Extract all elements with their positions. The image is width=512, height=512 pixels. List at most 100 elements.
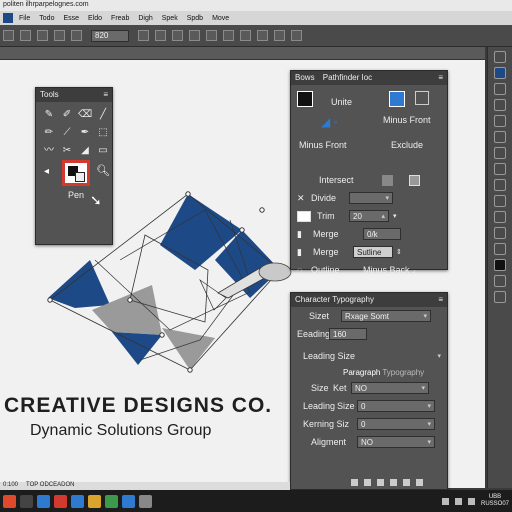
gradient-icon[interactable]	[494, 115, 506, 127]
swatches-icon[interactable]	[494, 67, 506, 79]
footer-icon[interactable]	[416, 479, 423, 486]
merge-icon[interactable]: ▮	[297, 247, 307, 258]
option-path-icon[interactable]	[206, 30, 217, 41]
outline-row[interactable]: ◌ Outline Minus Back ⌟	[291, 261, 447, 279]
taskbar-app-icon[interactable]	[37, 494, 50, 508]
minus-front-button[interactable]: Minus Front	[299, 140, 347, 150]
menu-esse[interactable]: Esse	[63, 15, 79, 22]
menu-spek[interactable]: Spek	[162, 15, 178, 22]
minus-back-button[interactable]: Minus Back	[363, 265, 410, 275]
leading-size-row[interactable]: Leading Size ▾	[291, 347, 447, 365]
divide-select[interactable]: ▾	[349, 192, 393, 204]
leading-size-select[interactable]: 0 ▾	[357, 400, 435, 412]
brush-icon[interactable]	[494, 99, 506, 111]
intersect-row[interactable]: Intersect	[291, 171, 447, 189]
kerning-row[interactable]: Kerning Siz 0 ▾	[291, 415, 447, 433]
tray-icon[interactable]	[454, 497, 462, 505]
footer-icon[interactable]	[390, 479, 397, 486]
divide-icon[interactable]: ✕	[297, 193, 307, 204]
outline-icon[interactable]: ◌	[297, 265, 307, 275]
menu-file[interactable]: File	[19, 15, 30, 22]
paint-tool-icon[interactable]: ◢	[78, 144, 92, 158]
option-arrange-icon[interactable]	[3, 30, 14, 41]
pencil-tool-icon[interactable]: ✏	[42, 126, 56, 140]
intersect-swatch-icon[interactable]	[408, 174, 420, 186]
size-ket-row[interactable]: Size Ket NO ▾	[291, 379, 447, 397]
option-move-icon[interactable]	[37, 30, 48, 41]
taskbar-app-icon[interactable]	[122, 494, 135, 508]
zoom-tool-icon[interactable]: 🔍︎	[96, 164, 110, 177]
line-tool-icon[interactable]: ╱	[96, 108, 110, 122]
graphic-styles-icon[interactable]	[494, 163, 506, 175]
leading-size-row-2[interactable]: Leading Size 0 ▾	[291, 397, 447, 415]
stepper-icon[interactable]: ⇕	[396, 248, 402, 256]
anchor-point[interactable]	[187, 367, 193, 373]
minus-front-right-button[interactable]: Minus Front	[383, 115, 431, 125]
artboards-icon[interactable]	[494, 275, 506, 287]
symbols-icon[interactable]	[494, 147, 506, 159]
links-icon[interactable]	[494, 291, 506, 303]
app-logo-icon[interactable]	[3, 13, 13, 23]
trim-value-field[interactable]: 20 ▴	[349, 210, 389, 222]
merge-value-field-1[interactable]: 0/k	[363, 228, 401, 240]
footer-icon[interactable]	[351, 479, 358, 486]
tray-icon[interactable]	[441, 497, 449, 505]
option-layers-icon[interactable]	[274, 30, 285, 41]
font-row[interactable]: Sizet Rxage Somt ▾	[291, 307, 447, 325]
minus-front-icon[interactable]	[389, 91, 405, 107]
anchor-point[interactable]	[127, 297, 133, 303]
menu-eldo[interactable]: Eldo	[88, 15, 102, 22]
option-grid-icon[interactable]	[20, 30, 31, 41]
eyedropper-icon[interactable]	[494, 131, 506, 143]
tab-paragraph[interactable]: Paragraph	[343, 368, 380, 377]
taskbar-app-icon[interactable]	[88, 494, 101, 508]
tab-typography[interactable]: Typography	[382, 368, 424, 377]
anchor-point[interactable]	[259, 207, 265, 213]
taskbar-app-icon[interactable]	[71, 494, 84, 508]
gray-shape-bottom[interactable]	[162, 328, 215, 370]
trim-dropdown-icon[interactable]: ▾	[393, 212, 397, 220]
leading-size-dropdown-icon[interactable]: ▾	[437, 352, 441, 360]
tray-icon[interactable]	[467, 497, 475, 505]
navy-shape-bottom[interactable]	[112, 332, 162, 365]
menu-digh[interactable]: Digh	[138, 15, 152, 22]
option-distribute-icon[interactable]	[189, 30, 200, 41]
fill-swap-icon[interactable]: ◂	[44, 166, 56, 178]
merge-row-1[interactable]: ▮ Merge 0/k	[291, 225, 447, 243]
unite-button[interactable]: Unite	[331, 97, 352, 107]
character-panel-header[interactable]: Character Typography ≡	[291, 293, 447, 307]
footer-icon[interactable]	[377, 479, 384, 486]
menu-freab[interactable]: Freab	[111, 15, 129, 22]
kerning-select[interactable]: 0 ▾	[357, 418, 435, 430]
layer-stack-icon[interactable]	[415, 91, 429, 105]
footer-icon[interactable]	[403, 479, 410, 486]
zoom-icon[interactable]	[494, 51, 506, 63]
merge-row-2[interactable]: ▮ Merge Sutline ⇕	[291, 243, 447, 261]
option-fill-icon[interactable]	[240, 30, 251, 41]
transparency-icon[interactable]	[494, 195, 506, 207]
fill-stroke-icon[interactable]	[494, 259, 506, 271]
option-align-center-icon[interactable]	[155, 30, 166, 41]
leading-row[interactable]: Eeading 160	[291, 325, 447, 343]
eraser-tool-icon[interactable]: ⌫	[78, 108, 92, 122]
trim-icon[interactable]	[297, 210, 311, 222]
minus-back-icon[interactable]: ⌟	[413, 266, 416, 274]
menu-move[interactable]: Move	[212, 15, 229, 22]
aligment-select[interactable]: NO ▾	[357, 436, 435, 448]
panel-menu-icon[interactable]: ≡	[438, 295, 443, 305]
brush-tool-icon[interactable]: ✐	[60, 108, 74, 122]
blob-tool-icon[interactable]: ✒	[78, 126, 92, 140]
outline-label[interactable]: Outline	[311, 265, 363, 275]
option-transform-icon[interactable]	[54, 30, 65, 41]
panel-menu-icon[interactable]: ≡	[103, 90, 108, 100]
leading-input[interactable]: 160	[329, 328, 367, 340]
trim-row[interactable]: Trim 20 ▴ ▾	[291, 207, 447, 225]
panel-menu-icon[interactable]: ≡	[438, 73, 443, 83]
divide-row[interactable]: ✕ Divide ▾	[291, 189, 447, 207]
menu-spdb[interactable]: Spdb	[187, 15, 203, 22]
layers-icon[interactable]	[494, 83, 506, 95]
exclude-button[interactable]: Exclude	[391, 140, 423, 150]
scissors-tool-icon[interactable]: ✂	[60, 144, 74, 158]
tab-pathfinder[interactable]: Pathfinder Ioc	[323, 73, 372, 82]
aligment-row[interactable]: Aligment NO ▾	[291, 433, 447, 451]
